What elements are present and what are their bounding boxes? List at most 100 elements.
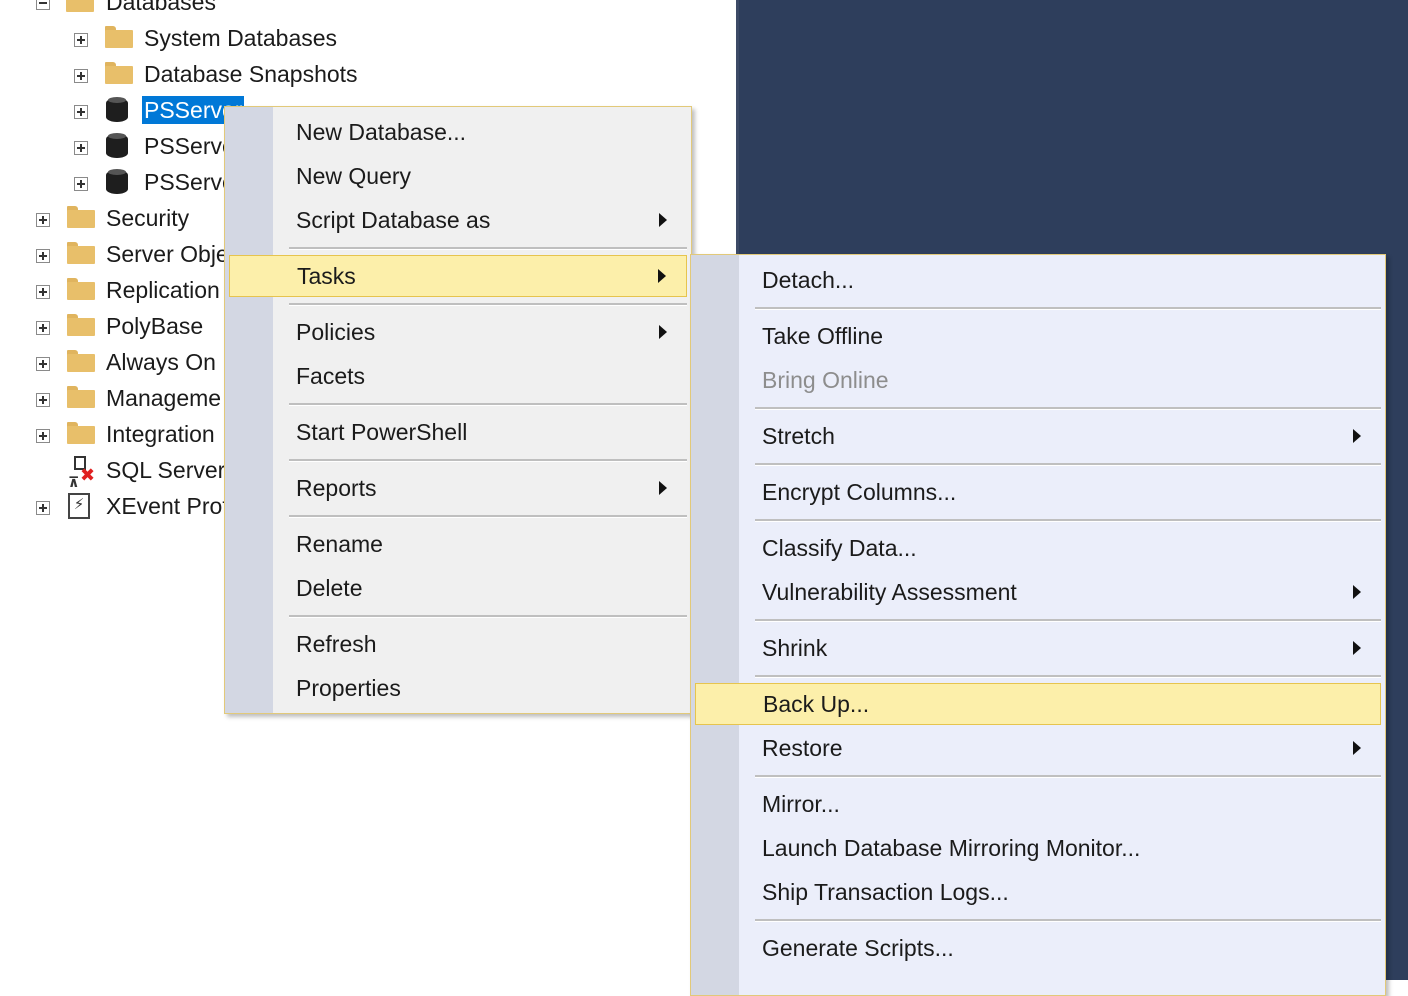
menu-item-rename[interactable]: Rename xyxy=(227,524,687,564)
tree-item-label: Databases xyxy=(106,0,216,15)
menu-item-label: Detach... xyxy=(762,266,855,293)
menu-item-label: Stretch xyxy=(762,422,835,449)
database-context-menu: New Database... New Query Script Databas… xyxy=(224,106,692,714)
menu-item-label: Restore xyxy=(762,734,843,761)
menu-item-facets[interactable]: Facets xyxy=(227,356,687,396)
tree-item-databases[interactable]: Databases xyxy=(0,0,700,22)
menu-item-label: Refresh xyxy=(296,630,377,657)
menu-item-new-database[interactable]: New Database... xyxy=(227,112,687,152)
expand-icon[interactable] xyxy=(36,213,50,227)
folder-icon xyxy=(67,206,95,228)
menu-item-tasks[interactable]: Tasks xyxy=(229,255,687,297)
folder-icon xyxy=(105,62,133,84)
menu-separator xyxy=(289,247,687,250)
menu-item-label: Shrink xyxy=(762,634,828,661)
menu-separator xyxy=(755,919,1381,922)
tree-item-label: SQL Server xyxy=(106,457,226,483)
tree-item-label: Manageme xyxy=(106,385,222,411)
tree-item-label: Replication xyxy=(106,277,220,303)
folder-icon xyxy=(66,0,94,12)
menu-separator xyxy=(289,515,687,518)
menu-separator xyxy=(755,307,1381,310)
menu-item-label: Bring Online xyxy=(762,366,889,393)
menu-item-classify-data[interactable]: Classify Data... xyxy=(693,528,1381,568)
menu-item-properties[interactable]: Properties xyxy=(227,668,687,708)
menu-item-new-query[interactable]: New Query xyxy=(227,156,687,196)
menu-item-label: Encrypt Columns... xyxy=(762,478,957,505)
menu-item-label: Tasks xyxy=(297,262,356,289)
menu-item-script-database-as[interactable]: Script Database as xyxy=(227,200,687,240)
tasks-submenu: Detach... Take Offline Bring Online Stre… xyxy=(690,254,1386,996)
menu-item-stretch[interactable]: Stretch xyxy=(693,416,1381,456)
submenu-arrow-icon xyxy=(659,325,667,339)
folder-icon xyxy=(67,242,95,264)
menu-separator xyxy=(755,519,1381,522)
menu-item-take-offline[interactable]: Take Offline xyxy=(693,316,1381,356)
menu-item-label: Policies xyxy=(296,318,376,345)
expand-icon[interactable] xyxy=(36,393,50,407)
collapse-icon[interactable] xyxy=(36,0,50,10)
database-icon xyxy=(106,95,128,123)
tree-item-label: Server Obje xyxy=(106,241,229,267)
tree-item-label: Always On xyxy=(106,349,216,375)
menu-separator xyxy=(289,459,687,462)
tree-item-label: PSServe xyxy=(144,169,235,195)
menu-item-start-powershell[interactable]: Start PowerShell xyxy=(227,412,687,452)
menu-item-label: Start PowerShell xyxy=(296,418,468,445)
expand-icon[interactable] xyxy=(36,285,50,299)
menu-separator xyxy=(755,675,1381,678)
tree-item-label: XEvent Prof xyxy=(106,493,229,519)
menu-item-launch-mirroring-monitor[interactable]: Launch Database Mirroring Monitor... xyxy=(693,828,1381,868)
expand-icon[interactable] xyxy=(74,177,88,191)
tree-item-label: Security xyxy=(106,205,190,231)
expand-icon[interactable] xyxy=(74,105,88,119)
menu-item-label: Back Up... xyxy=(763,690,870,717)
menu-item-vulnerability-assessment[interactable]: Vulnerability Assessment xyxy=(693,572,1381,612)
menu-item-shrink[interactable]: Shrink xyxy=(693,628,1381,668)
expand-icon[interactable] xyxy=(36,357,50,371)
tree-item-database-snapshots[interactable]: Database Snapshots xyxy=(0,56,700,92)
menu-separator xyxy=(289,615,687,618)
menu-item-label: Ship Transaction Logs... xyxy=(762,878,1009,905)
tree-item-label: Integration xyxy=(106,421,215,447)
menu-item-restore[interactable]: Restore xyxy=(693,728,1381,768)
folder-icon xyxy=(67,386,95,408)
menu-item-label: New Query xyxy=(296,162,412,189)
menu-item-label: Generate Scripts... xyxy=(762,934,954,961)
expand-icon[interactable] xyxy=(36,321,50,335)
menu-separator xyxy=(289,403,687,406)
agent-disabled-icon: ✖ ⊼ xyxy=(68,456,95,490)
expand-icon[interactable] xyxy=(36,501,50,515)
menu-item-detach[interactable]: Detach... xyxy=(693,260,1381,300)
tree-item-system-databases[interactable]: System Databases xyxy=(0,20,700,56)
submenu-arrow-icon xyxy=(659,213,667,227)
menu-gutter xyxy=(225,107,273,713)
menu-item-label: Facets xyxy=(296,362,366,389)
menu-item-policies[interactable]: Policies xyxy=(227,312,687,352)
submenu-arrow-icon xyxy=(1353,741,1361,755)
menu-item-label: Reports xyxy=(296,474,377,501)
expand-icon[interactable] xyxy=(36,249,50,263)
menu-item-mirror[interactable]: Mirror... xyxy=(693,784,1381,824)
menu-item-refresh[interactable]: Refresh xyxy=(227,624,687,664)
menu-item-generate-scripts[interactable]: Generate Scripts... xyxy=(693,928,1381,968)
xevent-icon: ⚡ xyxy=(68,493,90,519)
menu-item-label: Rename xyxy=(296,530,383,557)
menu-item-reports[interactable]: Reports xyxy=(227,468,687,508)
menu-item-delete[interactable]: Delete xyxy=(227,568,687,608)
expand-icon[interactable] xyxy=(36,429,50,443)
folder-icon xyxy=(105,26,133,48)
menu-item-back-up[interactable]: Back Up... xyxy=(695,683,1381,725)
menu-item-label: New Database... xyxy=(296,118,467,145)
expand-icon[interactable] xyxy=(74,33,88,47)
expand-icon[interactable] xyxy=(74,141,88,155)
menu-item-label: Vulnerability Assessment xyxy=(762,578,1017,605)
menu-item-encrypt-columns[interactable]: Encrypt Columns... xyxy=(693,472,1381,512)
submenu-arrow-icon xyxy=(659,481,667,495)
expand-icon[interactable] xyxy=(74,69,88,83)
menu-item-ship-transaction-logs[interactable]: Ship Transaction Logs... xyxy=(693,872,1381,912)
menu-item-label: Classify Data... xyxy=(762,534,917,561)
menu-item-bring-online: Bring Online xyxy=(693,360,1381,400)
folder-icon xyxy=(67,350,95,372)
menu-item-label: Delete xyxy=(296,574,363,601)
